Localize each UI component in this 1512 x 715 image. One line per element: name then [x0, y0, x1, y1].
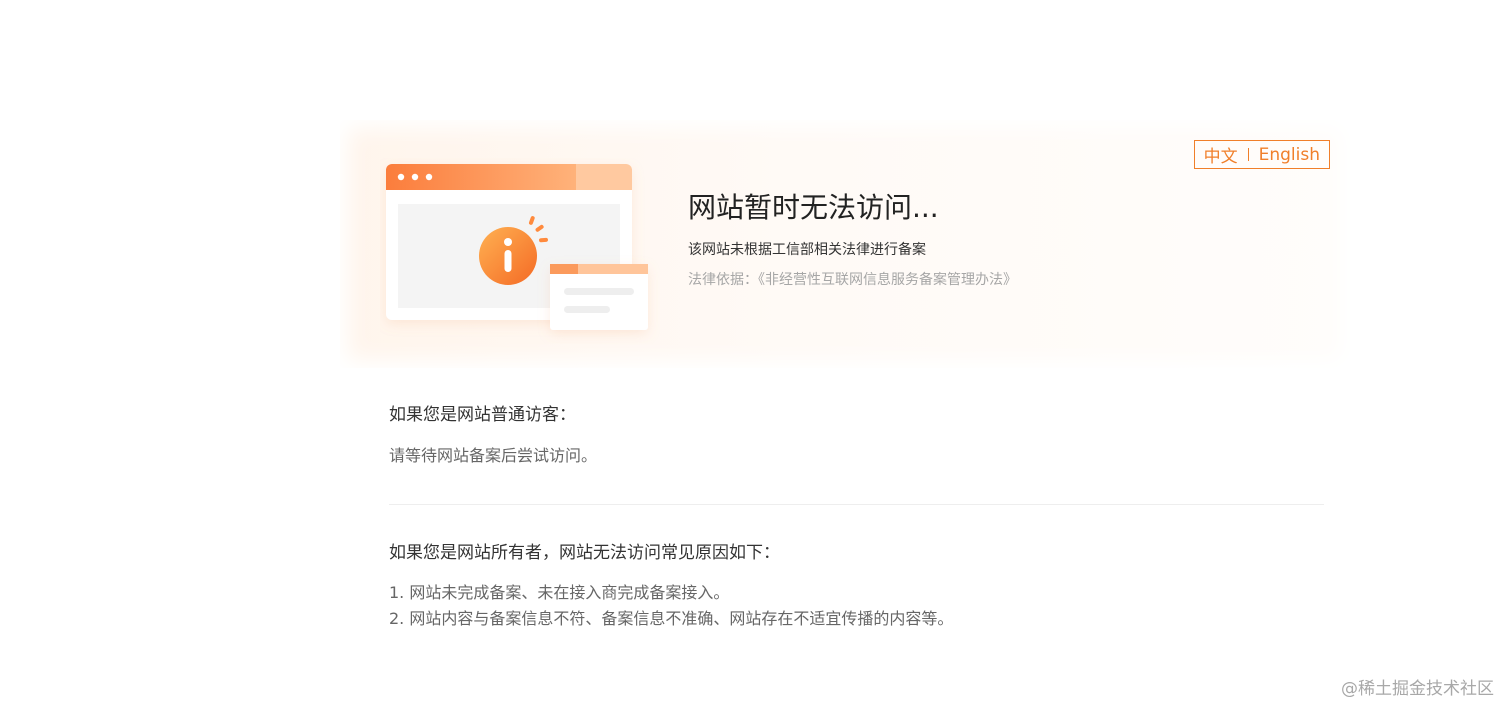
- visitor-heading: 如果您是网站普通访客：: [389, 405, 576, 425]
- page-title: 网站暂时无法访问...: [688, 191, 939, 224]
- lang-english-link[interactable]: English: [1259, 145, 1320, 165]
- legal-basis: 法律依据：《非经营性互联网信息服务备案管理办法》: [688, 272, 1017, 288]
- list-item: 2. 网站内容与备案信息不符、备案信息不准确、网站存在不适宜传播的内容等。: [389, 609, 954, 628]
- visitor-text: 请等待网站备案后尝试访问。: [389, 446, 598, 465]
- lang-divider: [1247, 148, 1249, 161]
- lang-chinese-link[interactable]: 中文: [1204, 142, 1238, 167]
- watermark: @稀土掘金技术社区: [1341, 679, 1494, 699]
- section-divider: [389, 504, 1324, 505]
- page: 中文 English 网站暂时无法访问... 该网站未根据工信部相关法律进行备案…: [0, 0, 1512, 715]
- reason-list: 1. 网站未完成备案、未在接入商完成备案接入。 2. 网站内容与备案信息不符、备…: [389, 580, 953, 632]
- owner-heading: 如果您是网站所有者，网站无法访问常见原因如下：: [389, 543, 780, 563]
- hero-description: 该网站未根据工信部相关法律进行备案: [688, 242, 926, 258]
- hero-banner: 中文 English 网站暂时无法访问... 该网站未根据工信部相关法律进行备案…: [340, 120, 1350, 368]
- list-item: 1. 网站未完成备案、未在接入商完成备案接入。: [389, 583, 730, 602]
- language-switch: 中文 English: [1193, 140, 1330, 169]
- browser-window-info-icon: [386, 164, 648, 330]
